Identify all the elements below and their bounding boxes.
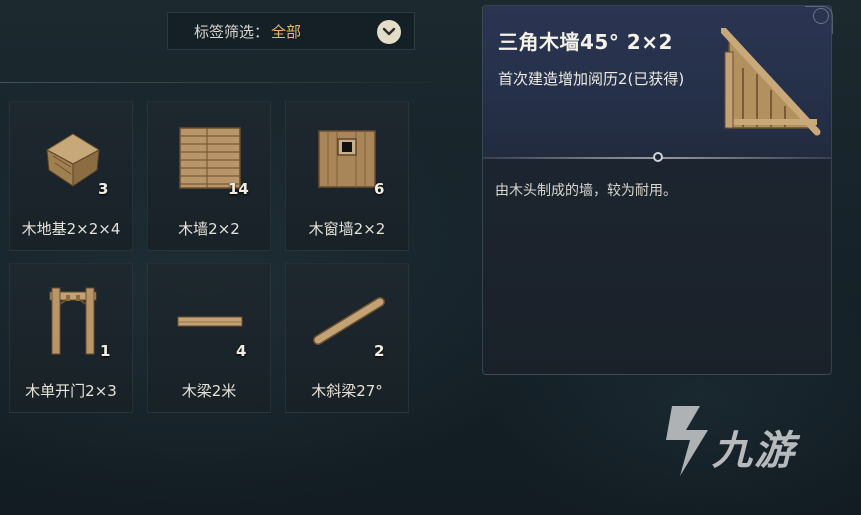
divider-ornament — [653, 152, 663, 162]
wood-beam-icon — [177, 316, 243, 327]
item-card-wood-beam[interactable]: 4 木梁2米 — [147, 263, 271, 413]
tag-filter-dropdown[interactable]: 标签筛选： 全部 — [167, 12, 415, 50]
close-icon[interactable] — [813, 8, 829, 24]
item-name: 木窗墙2×2 — [308, 220, 386, 238]
item-card-wood-slanted-beam[interactable]: 2 木斜梁27° — [285, 263, 409, 413]
item-count: 6 — [374, 180, 385, 198]
item-count: 4 — [236, 342, 247, 360]
item-name: 木单开门2×3 — [25, 382, 117, 400]
item-name: 木地基2×2×4 — [21, 220, 121, 238]
item-count: 1 — [100, 342, 111, 360]
triangle-wood-wall-icon — [721, 28, 821, 136]
filter-label: 标签筛选： — [194, 22, 270, 41]
item-card-wood-window-wall[interactable]: 6 木窗墙2×2 — [285, 101, 409, 251]
item-count: 3 — [98, 180, 109, 198]
filter-value: 全部 — [271, 22, 302, 41]
wood-foundation-icon — [45, 133, 101, 187]
detail-description: 由木头制成的墙，较为耐用。 — [495, 183, 677, 199]
wood-slanted-beam-icon — [313, 297, 385, 345]
item-card-wood-wall[interactable]: 14 木墙2×2 — [147, 101, 271, 251]
detail-subtitle: 首次建造增加阅历2(已获得) — [498, 70, 685, 88]
chevron-down-icon[interactable] — [377, 20, 401, 44]
watermark: 九游 — [650, 400, 830, 480]
wood-door-frame-icon — [49, 287, 97, 355]
watermark-text: 九游 — [712, 428, 796, 474]
header-separator — [0, 82, 430, 83]
item-count: 14 — [228, 180, 249, 198]
9game-logo-icon — [666, 406, 708, 476]
item-card-wood-door[interactable]: 1 木单开门2×3 — [9, 263, 133, 413]
item-name: 木墙2×2 — [178, 220, 240, 238]
detail-title: 三角木墙45° 2×2 — [498, 30, 673, 54]
item-count: 2 — [374, 342, 385, 360]
item-card-wood-foundation[interactable]: 3 木地基2×2×4 — [9, 101, 133, 251]
item-name: 木斜梁27° — [311, 382, 383, 400]
item-name: 木梁2米 — [181, 382, 237, 400]
item-detail-panel: 三角木墙45° 2×2 首次建造增加阅历2(已获得) 由木头制成的墙，较为耐用。 — [482, 5, 833, 375]
wood-window-wall-icon — [318, 130, 376, 188]
